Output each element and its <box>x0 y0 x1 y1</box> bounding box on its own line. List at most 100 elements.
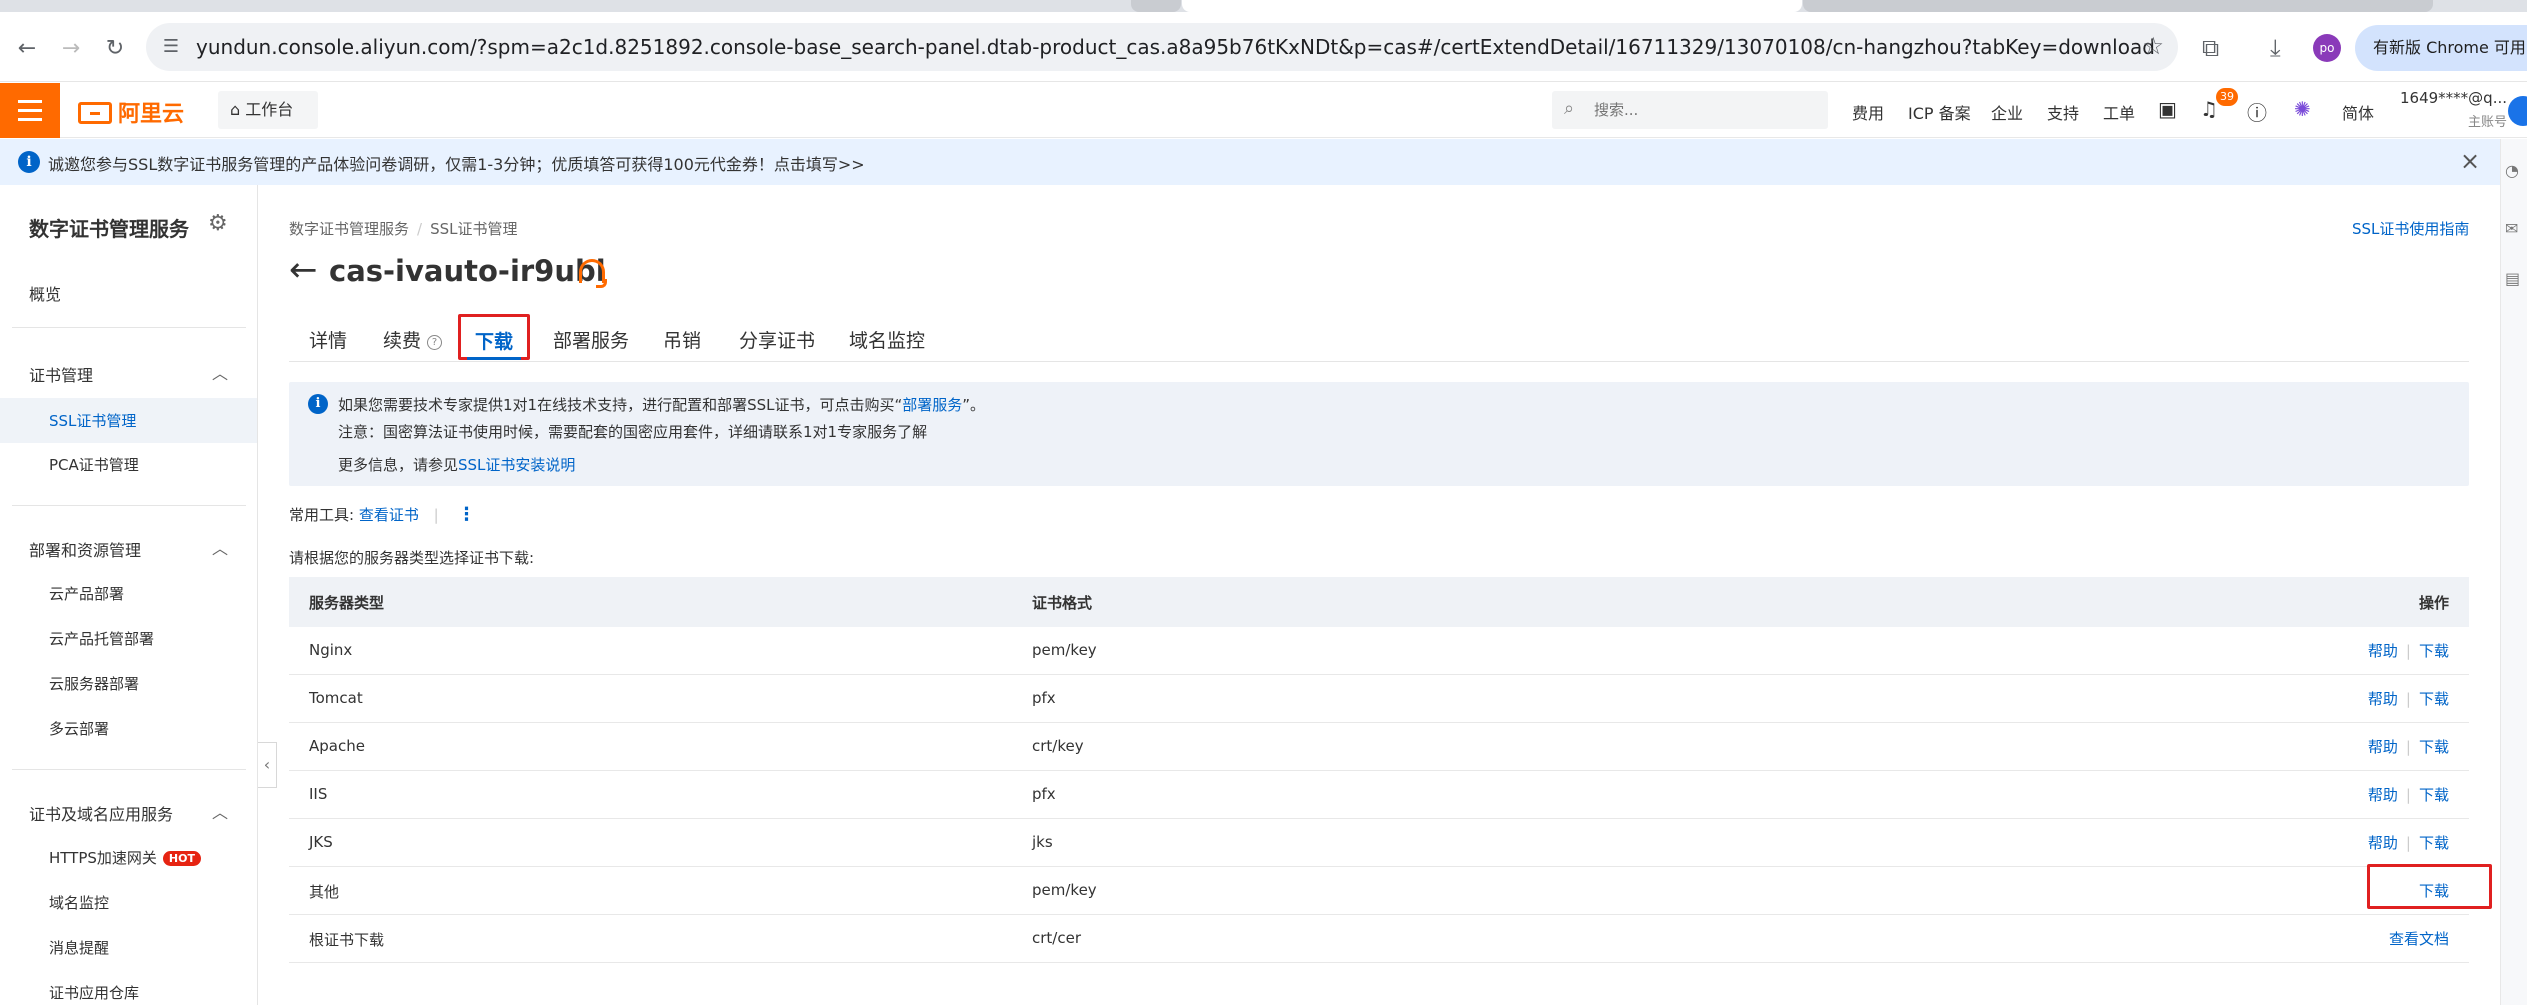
sidebar-collapse-handle[interactable]: ‹ <box>258 742 277 788</box>
menu-icon[interactable] <box>0 83 60 138</box>
profile-avatar[interactable]: po <box>2313 34 2341 62</box>
sidebar-item-overview[interactable]: 概览 <box>29 281 61 305</box>
table-row: Tomcat pfx 帮助 | 下载 <box>289 675 2469 723</box>
bell-icon[interactable]: ♫ <box>2200 97 2218 121</box>
help-circle-icon[interactable]: ? <box>427 335 443 350</box>
cell-cert-format: crt/cer <box>1032 929 1081 947</box>
install-guide-link[interactable]: SSL证书安装说明 <box>458 456 575 474</box>
sidebar-item-server-deploy[interactable]: 云服务器部署 <box>49 673 139 694</box>
avatar[interactable] <box>2508 96 2527 126</box>
extensions-icon[interactable]: ⧉ <box>2202 34 2219 62</box>
tab-download[interactable]: 下载 <box>458 314 530 360</box>
assistant-icon[interactable]: ✺ <box>2294 97 2311 121</box>
cell-cert-format: pfx <box>1032 689 1056 707</box>
sidebar-item-cert-repo[interactable]: 证书应用仓库 <box>49 982 139 1003</box>
chat-icon[interactable]: ✉ <box>2505 219 2518 238</box>
tab-domain-monitor[interactable]: 域名监控 <box>849 326 925 353</box>
survey-notice-link[interactable]: 诚邀您参与SSL数字证书服务管理的产品体验问卷调研，仅需1-3分钟；优质填答可获… <box>48 151 865 175</box>
terminal-icon[interactable]: ▣ <box>2158 97 2177 121</box>
download-link[interactable]: 下载 <box>2419 834 2449 852</box>
survey-notice: i 诚邀您参与SSL数字证书服务管理的产品体验问卷调研，仅需1-3分钟；优质填答… <box>0 139 2500 185</box>
view-docs-link[interactable]: 查看文档 <box>2389 930 2449 948</box>
sidebar-item-multicloud-deploy[interactable]: 多云部署 <box>49 718 109 739</box>
update-chrome-button[interactable]: 有新版 Chrome 可用 <box>2355 25 2527 71</box>
sidebar-item-message-alert[interactable]: 消息提醒 <box>49 937 109 958</box>
tab-details[interactable]: 详情 <box>309 326 347 353</box>
download-link[interactable]: 下载 <box>2419 690 2449 708</box>
sidebar-item-pca-cert[interactable]: PCA证书管理 <box>49 454 139 475</box>
back-icon[interactable]: ← <box>10 32 44 66</box>
nav-icp[interactable]: ICP 备案 <box>1908 100 1971 124</box>
nav-fees[interactable]: 费用 <box>1852 100 1884 124</box>
tab-share-cert[interactable]: 分享证书 <box>739 326 815 353</box>
breadcrumb-item[interactable]: SSL证书管理 <box>430 220 517 238</box>
arrow-left-icon[interactable]: ← <box>289 250 318 290</box>
download-link[interactable]: 下载 <box>2419 642 2449 660</box>
account-role: 主账号 <box>2467 115 2507 130</box>
site-info-icon[interactable]: ☰ <box>158 34 184 60</box>
sidebar-item-https-gateway[interactable]: HTTPS加速网关 HOT <box>49 847 201 868</box>
deploy-service-link[interactable]: 部署服务 <box>902 396 962 414</box>
table-row: 根证书下载 crt/cer 查看文档 <box>289 915 2469 963</box>
aliyun-logo[interactable]: 阿里云 <box>78 96 184 128</box>
feedback-icon[interactable]: ◔ <box>2505 161 2519 180</box>
document-icon[interactable]: ▤ <box>2505 269 2520 288</box>
search-input[interactable] <box>1592 97 1812 123</box>
tab-revoke[interactable]: 吊销 <box>663 326 701 353</box>
nav-support[interactable]: 支持 <box>2047 100 2079 124</box>
chevron-up-icon[interactable]: ︿ <box>212 535 228 559</box>
tab-deploy-service[interactable]: 部署服务 <box>553 326 629 353</box>
headset-icon[interactable] <box>579 259 607 288</box>
chevron-up-icon[interactable]: ︿ <box>212 799 228 823</box>
help-link[interactable]: 帮助 <box>2368 690 2398 708</box>
chevron-up-icon[interactable]: ︿ <box>212 360 228 384</box>
download-link[interactable]: 下载 <box>2419 738 2449 756</box>
browser-tab[interactable] <box>1131 0 1181 12</box>
sidebar-item-domain-monitor[interactable]: 域名监控 <box>49 892 109 913</box>
browser-tab[interactable] <box>1803 0 2433 12</box>
tab-renew[interactable]: 续费? <box>383 326 443 353</box>
help-link[interactable]: 帮助 <box>2368 738 2398 756</box>
row-actions: 帮助 | 下载 <box>2368 832 2449 853</box>
help-link[interactable]: 帮助 <box>2368 834 2398 852</box>
info-icon: i <box>308 394 328 414</box>
logo-text: 阿里云 <box>118 102 185 127</box>
more-vertical-icon[interactable]: ⋮ <box>457 504 475 525</box>
download-icon[interactable]: ⤓ <box>2270 34 2281 62</box>
console-topbar: 阿里云 ⌂ 工作台 ⌕ 费用 ICP 备案 企业 支持 工单 ▣ ♫ 39 ⓘ … <box>0 83 2527 138</box>
browser-active-tab[interactable] <box>1182 0 1802 12</box>
bookmark-star-icon[interactable]: ☆ <box>2142 32 2164 60</box>
url-text[interactable]: yundun.console.aliyun.com/?spm=a2c1d.825… <box>196 35 2155 59</box>
help-link[interactable]: 帮助 <box>2368 786 2398 804</box>
language-switch[interactable]: 简体 <box>2342 100 2374 124</box>
search-icon: ⌕ <box>1564 98 1575 119</box>
info-line-3: 更多信息，请参见SSL证书安装说明 <box>338 454 575 475</box>
sidebar-group-deploy[interactable]: 部署和资源管理 <box>29 537 141 561</box>
forward-icon[interactable]: → <box>54 32 88 66</box>
sidebar-item-cloud-deploy[interactable]: 云产品部署 <box>49 583 124 604</box>
close-icon[interactable]: × <box>2460 147 2480 175</box>
breadcrumb-item[interactable]: 数字证书管理服务 <box>289 220 409 238</box>
gear-icon[interactable]: ⚙ <box>208 211 228 236</box>
info-text: 如果您需要技术专家提供1对1在线技术支持，进行配置和部署SSL证书，可点击购买“ <box>338 396 903 414</box>
sidebar-item-ssl-cert[interactable]: SSL证书管理 <box>0 398 257 443</box>
divider: | <box>2405 738 2411 756</box>
workbench-button[interactable]: ⌂ 工作台 <box>218 91 318 129</box>
sidebar-item-managed-deploy[interactable]: 云产品托管部署 <box>49 628 154 649</box>
nav-ticket[interactable]: 工单 <box>2103 100 2135 124</box>
help-link[interactable]: 帮助 <box>2368 642 2398 660</box>
sidebar-group-cert-management[interactable]: 证书管理 <box>29 362 93 386</box>
help-icon[interactable]: ⓘ <box>2247 97 2267 126</box>
account-menu[interactable]: 1649****@q... 主账号 <box>2400 89 2507 130</box>
ssl-guide-link[interactable]: SSL证书使用指南 <box>2352 218 2469 239</box>
download-instruction: 请根据您的服务器类型选择证书下载: <box>289 549 535 567</box>
reload-icon[interactable]: ↻ <box>98 32 132 66</box>
view-cert-link[interactable]: 查看证书 <box>359 506 419 524</box>
cell-server-type: 其他 <box>309 883 340 901</box>
sidebar-group-app-services[interactable]: 证书及域名应用服务 <box>29 801 173 825</box>
address-bar[interactable]: ☰ yundun.console.aliyun.com/?spm=a2c1d.8… <box>146 23 2178 71</box>
download-link[interactable]: 下载 <box>2419 786 2449 804</box>
sidebar-item-label: SSL证书管理 <box>49 412 137 430</box>
nav-enterprise[interactable]: 企业 <box>1991 100 2023 124</box>
console-search[interactable]: ⌕ <box>1552 91 1828 129</box>
